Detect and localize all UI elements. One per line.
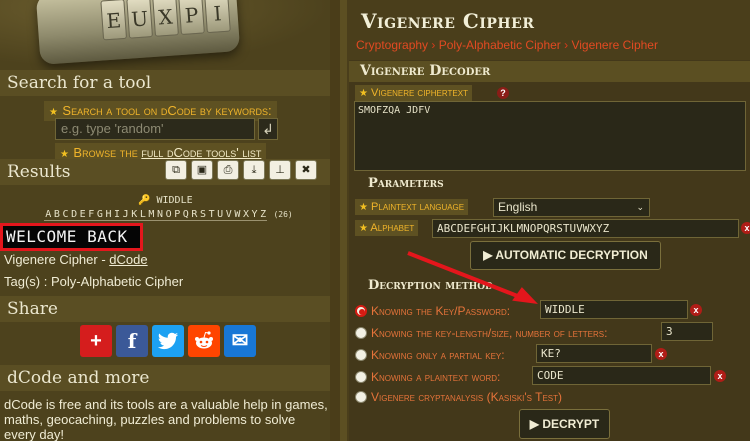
annotation-arrow <box>407 251 538 304</box>
